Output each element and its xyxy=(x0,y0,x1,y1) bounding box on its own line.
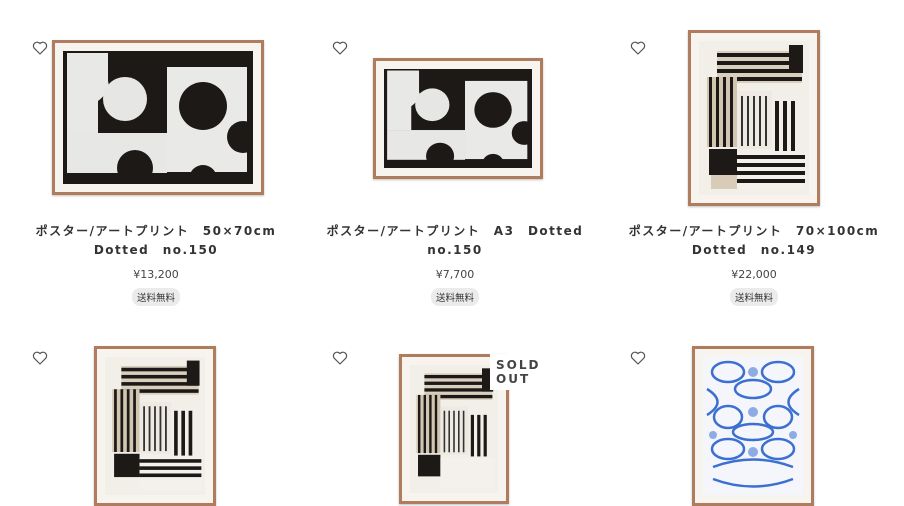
artwork-dotted xyxy=(384,69,532,168)
product-image[interactable] xyxy=(373,58,543,179)
favorite-heart-icon[interactable] xyxy=(332,40,348,56)
favorite-heart-icon[interactable] xyxy=(32,40,48,56)
product-image[interactable] xyxy=(692,346,814,506)
product-image[interactable] xyxy=(688,30,820,206)
favorite-heart-icon[interactable] xyxy=(630,350,646,366)
product-title[interactable]: ポスター/アートプリント 50×70cm Dotted no.150 xyxy=(26,222,286,260)
favorite-heart-icon[interactable] xyxy=(332,350,348,366)
sold-out-label: SOLD OUT xyxy=(490,354,585,390)
artwork-striped xyxy=(105,357,205,495)
product-title[interactable]: ポスター/アートプリント 70×100cm Dotted no.149 xyxy=(624,222,884,260)
artwork-dotted xyxy=(63,51,253,184)
free-shipping-badge: 送料無料 xyxy=(131,288,181,306)
product-price: ¥22,000 xyxy=(731,268,777,281)
artwork-striped xyxy=(699,41,809,195)
product-price: ¥13,200 xyxy=(133,268,179,281)
product-image[interactable] xyxy=(94,346,216,506)
artwork-blue-pattern xyxy=(703,357,803,495)
product-image[interactable] xyxy=(52,40,264,195)
product-title[interactable]: ポスター/アートプリント A3 Dotted no.150 xyxy=(325,222,585,260)
free-shipping-badge: 送料無料 xyxy=(430,288,480,306)
favorite-heart-icon[interactable] xyxy=(630,40,646,56)
artwork-striped xyxy=(410,365,498,493)
free-shipping-badge: 送料無料 xyxy=(729,288,779,306)
product-price: ¥7,700 xyxy=(435,268,475,281)
favorite-heart-icon[interactable] xyxy=(32,350,48,366)
